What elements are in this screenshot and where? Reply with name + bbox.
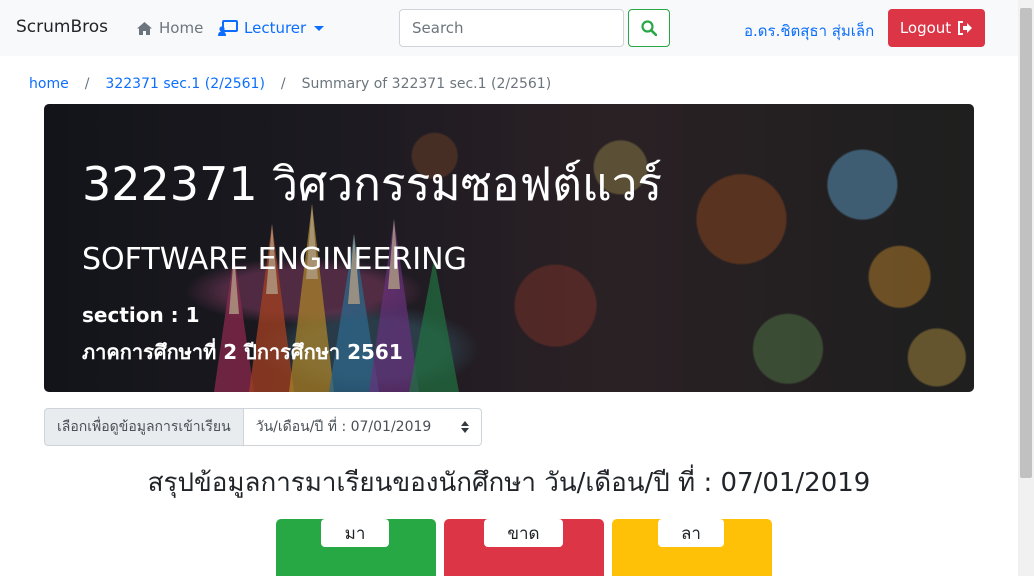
breadcrumb-separator: / (84, 76, 90, 92)
leave-label: ลา (658, 519, 724, 547)
breadcrumb-course[interactable]: 322371 sec.1 (2/2561) (105, 76, 264, 92)
course-hero-banner: 322371 วิศวกรรมซอฟต์แวร์ SOFTWARE ENGINE… (44, 104, 974, 392)
sort-arrows-icon (460, 421, 469, 433)
breadcrumb-separator: / (280, 76, 286, 92)
present-label: มา (321, 519, 389, 547)
page-scrollbar-thumb[interactable] (1020, 8, 1032, 478)
home-icon (137, 21, 152, 35)
course-section: section : 1 (82, 303, 200, 327)
attendance-summary-title: สรุปข้อมูลการมาเรียนของนักศึกษา วัน/เดือ… (147, 468, 871, 498)
absent-label: ขาด (484, 519, 563, 547)
search-input[interactable] (399, 9, 624, 47)
date-select[interactable]: วัน/เดือน/ปี ที่ : 07/01/2019 (243, 408, 482, 446)
attendance-date-selector: เลือกเพื่อดูข้อมูลการเข้าเรียน วัน/เดือน… (44, 408, 482, 446)
course-english-name: SOFTWARE ENGINEERING (82, 242, 467, 277)
top-navbar: ScrumBros Home Lecturer อ.ดร.ชิตสุธา สุ่… (0, 0, 1018, 56)
leave-card: ลา (612, 519, 772, 576)
breadcrumb-home[interactable]: home (29, 76, 69, 92)
search-button[interactable] (628, 9, 670, 47)
nav-home-label: Home (159, 19, 204, 37)
breadcrumb: home / 322371 sec.1 (2/2561) / Summary o… (29, 76, 551, 92)
user-name-link[interactable]: อ.ดร.ชิตสุธา สุ่มเล็ก (744, 19, 874, 43)
nav-lecturer-dropdown[interactable]: Lecturer (218, 19, 325, 37)
chalkboard-teacher-icon (218, 20, 238, 36)
nav-home-link[interactable]: Home (136, 19, 203, 37)
course-term: ภาคการศึกษาที่ 2 ปีการศึกษา 2561 (82, 340, 403, 364)
present-card: มา (276, 519, 436, 576)
search-icon (641, 20, 657, 36)
sign-out-icon (958, 21, 973, 35)
logout-label: Logout (899, 19, 952, 37)
nav-lecturer-label: Lecturer (244, 19, 307, 37)
logout-button[interactable]: Logout (888, 9, 985, 47)
brand-link[interactable]: ScrumBros (16, 17, 108, 37)
absent-card: ขาด (444, 519, 604, 576)
chevron-down-icon (314, 25, 325, 31)
breadcrumb-current: Summary of 322371 sec.1 (2/2561) (301, 76, 552, 92)
date-select-value: วัน/เดือน/ปี ที่ : 07/01/2019 (255, 419, 432, 435)
date-selector-label: เลือกเพื่อดูข้อมูลการเข้าเรียน (44, 408, 244, 446)
course-title: 322371 วิศวกรรมซอฟต์แวร์ (82, 157, 663, 211)
